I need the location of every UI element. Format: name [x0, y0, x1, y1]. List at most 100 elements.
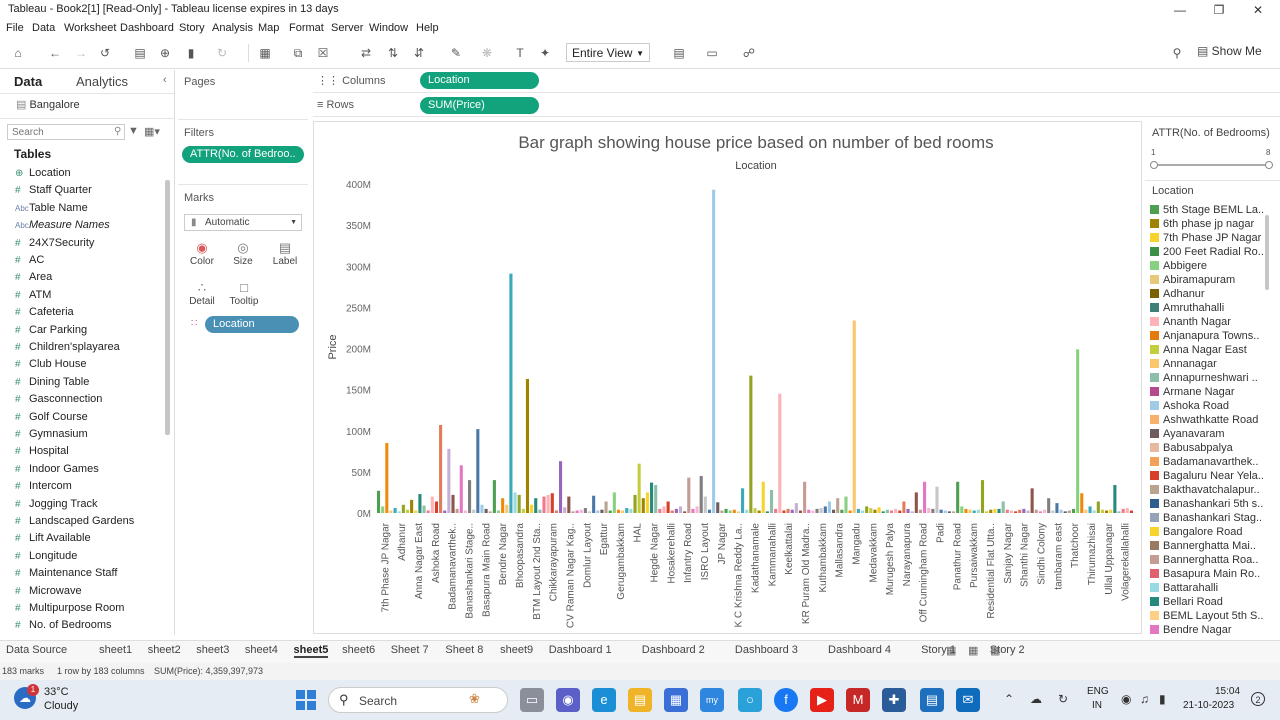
range-slider-max-handle[interactable] [1265, 161, 1273, 169]
sync-icon[interactable]: ↻ [1058, 692, 1068, 706]
bar[interactable] [385, 443, 389, 513]
bar[interactable] [794, 503, 798, 513]
tableau-icon[interactable]: ✚ [882, 688, 906, 712]
bar[interactable] [509, 273, 513, 513]
legend-item[interactable]: Anjanapura Towns.. [1150, 329, 1270, 343]
bar[interactable] [401, 504, 405, 513]
bar[interactable] [542, 496, 546, 513]
bar[interactable] [720, 510, 724, 513]
bar[interactable] [728, 510, 732, 513]
filter-pill[interactable]: ATTR(No. of Bedroo.. [182, 146, 304, 163]
bar[interactable] [902, 501, 906, 513]
filter-icon[interactable]: ▼ [128, 125, 139, 137]
legend-item[interactable]: Battarahalli [1150, 581, 1270, 595]
bar[interactable] [513, 492, 517, 513]
bar[interactable] [1113, 485, 1117, 513]
bar[interactable] [546, 494, 550, 513]
field-item[interactable]: # Hospital [15, 443, 69, 460]
bar[interactable] [1063, 511, 1067, 513]
sheet-tab[interactable]: sheet1 [99, 644, 132, 656]
field-item[interactable]: ⊕ Location [15, 165, 71, 182]
bar[interactable] [1014, 511, 1018, 513]
group-icon[interactable]: ❋ [480, 46, 494, 60]
bar[interactable] [521, 508, 525, 513]
bar[interactable] [840, 509, 844, 513]
bar[interactable] [1038, 511, 1042, 513]
bar[interactable] [939, 509, 943, 513]
field-item[interactable]: AbcTable Name [15, 200, 88, 217]
pin-icon[interactable]: ⚲ [1170, 46, 1184, 60]
field-item[interactable]: # Multipurpose Room [15, 600, 124, 617]
clock-time[interactable]: 15:04 [1215, 686, 1240, 697]
bar[interactable] [1100, 509, 1105, 513]
show-me-button[interactable]: ▤ Show Me [1197, 44, 1262, 58]
bar[interactable] [496, 510, 501, 513]
language-code[interactable]: ENG [1087, 686, 1109, 697]
mail-icon[interactable]: ✉ [956, 688, 980, 712]
field-item[interactable]: # Cafeteria [15, 304, 74, 321]
wifi-icon[interactable]: ◉ [1121, 692, 1131, 706]
menu-map[interactable]: Map [258, 22, 279, 34]
bar[interactable] [943, 510, 947, 513]
bar[interactable] [856, 508, 860, 513]
sort-descending-icon[interactable]: ⇵ [412, 46, 426, 60]
edge-icon[interactable]: e [592, 688, 616, 712]
bar[interactable] [410, 499, 414, 513]
bar[interactable] [910, 511, 914, 513]
bar[interactable] [666, 501, 670, 513]
task-view-icon[interactable]: ▭ [520, 688, 544, 712]
bar[interactable] [956, 481, 960, 513]
bar[interactable] [1092, 510, 1096, 513]
bar[interactable] [430, 496, 434, 513]
bar[interactable] [674, 508, 678, 513]
bar[interactable] [873, 509, 877, 513]
swap-icon[interactable]: ⇄ [359, 46, 373, 60]
bar[interactable] [1059, 509, 1063, 513]
field-item[interactable]: # Intercom [15, 478, 72, 495]
bar[interactable] [1009, 510, 1013, 513]
bar[interactable] [1117, 511, 1121, 513]
redo-icon[interactable]: → [74, 46, 88, 60]
field-item[interactable]: # Golf Course [15, 409, 88, 426]
bar[interactable] [377, 490, 381, 513]
sheet-tab[interactable]: Dashboard 3 [735, 644, 798, 656]
view-options-icon[interactable]: ▦▾ [144, 125, 160, 138]
bar[interactable] [918, 509, 922, 513]
bar[interactable] [980, 480, 985, 513]
sheet-tab[interactable]: Sheet 7 [391, 644, 429, 656]
bar[interactable] [455, 508, 459, 513]
field-item[interactable]: # Indoor Games [15, 461, 99, 478]
field-item[interactable]: # Microwave [15, 583, 82, 600]
legend-item[interactable]: Ayanavaram [1150, 427, 1270, 441]
minimize-button[interactable]: — [1162, 0, 1198, 20]
field-item[interactable]: # Landscaped Gardens [15, 513, 134, 530]
chevron-up-icon[interactable]: ⌃ [1004, 692, 1014, 706]
bar[interactable] [881, 511, 885, 513]
legend-item[interactable]: Annapurneshwari .. [1150, 371, 1270, 385]
bar[interactable] [947, 511, 951, 513]
bar[interactable] [1034, 509, 1038, 513]
show-cards-icon[interactable]: ▤ [672, 46, 686, 60]
bar[interactable] [554, 510, 558, 513]
menu-data[interactable]: Data [32, 22, 55, 34]
bar[interactable] [650, 482, 654, 513]
replay-icon[interactable]: ↺ [98, 46, 112, 60]
color-button[interactable]: ◉ Color [184, 240, 220, 274]
bar[interactable] [418, 494, 422, 513]
bar[interactable] [1051, 510, 1055, 513]
label-button[interactable]: ▤ Label [267, 240, 303, 274]
datasource-item[interactable]: ▤ Bangalore [16, 98, 80, 111]
sheet-tab[interactable]: Dashboard 4 [828, 644, 891, 656]
bar[interactable] [745, 509, 749, 513]
rows-pill[interactable]: SUM(Price) [420, 97, 539, 114]
marks-location-pill[interactable]: Location [205, 316, 299, 333]
bar[interactable] [712, 189, 716, 513]
bar[interactable] [422, 505, 426, 513]
bar[interactable] [625, 508, 629, 513]
legend-scrollbar[interactable] [1265, 215, 1269, 290]
bar[interactable] [1076, 349, 1080, 513]
sheet-tab[interactable]: sheet4 [245, 644, 278, 656]
bar[interactable] [736, 511, 740, 513]
bar[interactable] [678, 506, 683, 513]
tab-data[interactable]: Data [14, 74, 42, 89]
